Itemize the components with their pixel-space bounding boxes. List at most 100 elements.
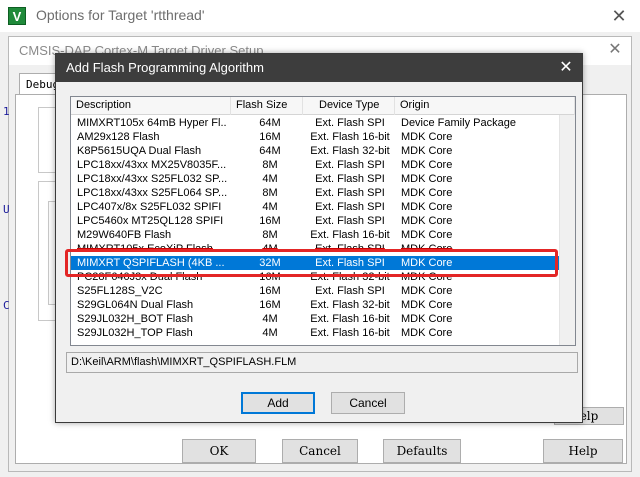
row-flash-size: 8M bbox=[262, 159, 278, 171]
table-row[interactable]: MIMXRT105x 64mB Hyper Fl... 64M Ext. Flash… bbox=[71, 116, 559, 130]
row-description: LPC5460x MT25QL128 SPIFI bbox=[77, 215, 224, 227]
table-row[interactable]: LPC18xx/43xx S25FL064 SP... 8M Ext. Flash … bbox=[71, 186, 559, 200]
algorithm-path-field: D:\Keil\ARM\flash\MIMXRT_QSPIFLASH.FLM bbox=[66, 352, 578, 373]
row-origin: MDK Core bbox=[401, 201, 453, 213]
row-description: MIMXRT105x EcoXiP Flash bbox=[77, 243, 213, 255]
row-device-type: Ext. Flash SPI bbox=[315, 215, 385, 227]
row-origin: MDK Core bbox=[401, 327, 453, 339]
row-flash-size: 16M bbox=[259, 131, 281, 143]
row-device-type: Ext. Flash SPI bbox=[315, 117, 385, 129]
row-device-type: Ext. Flash 32-bit bbox=[310, 271, 390, 283]
table-row[interactable]: LPC18xx/43xx S25FL032 SP... 4M Ext. Flash … bbox=[71, 172, 559, 186]
row-device-type: Ext. Flash 32-bit bbox=[310, 299, 390, 311]
row-flash-size: 16M bbox=[259, 271, 281, 283]
edge-text: C bbox=[3, 299, 10, 312]
row-device-type: Ext. Flash 16-bit bbox=[310, 131, 390, 143]
options-window-title: Options for Target 'rtthread' bbox=[36, 7, 205, 23]
table-row[interactable]: S29GL064N Dual Flash 16M Ext. Flash 32-bit… bbox=[71, 298, 559, 312]
help-button[interactable]: Help bbox=[543, 439, 623, 463]
row-description: LPC407x/8x S25FL032 SPIFI bbox=[77, 201, 222, 213]
table-row[interactable]: S29JL032H_BOT Flash 4M Ext. Flash 16-bit MD… bbox=[71, 312, 559, 326]
column-header-flash-size[interactable]: Flash Size bbox=[231, 97, 303, 115]
cancel-button[interactable]: Cancel bbox=[331, 392, 405, 414]
table-row[interactable]: PC28F640J3x Dual Flash 16M Ext. Flash 32-b… bbox=[71, 270, 559, 284]
row-origin: MDK Core bbox=[401, 299, 453, 311]
defaults-button[interactable]: Defaults bbox=[383, 439, 461, 463]
table-row[interactable]: M29W640FB Flash 8M Ext. Flash 16-bit MDK Co… bbox=[71, 228, 559, 242]
table-row[interactable]: AM29x128 Flash 16M Ext. Flash 16-bit MDK Co… bbox=[71, 130, 559, 144]
row-flash-size: 8M bbox=[262, 229, 278, 241]
row-flash-size: 4M bbox=[262, 201, 278, 213]
row-description: LPC18xx/43xx S25FL032 SP... bbox=[77, 173, 227, 185]
row-flash-size: 4M bbox=[262, 327, 278, 339]
row-origin: MDK Core bbox=[401, 243, 453, 255]
row-device-type: Ext. Flash SPI bbox=[315, 159, 385, 171]
row-flash-size: 4M bbox=[262, 173, 278, 185]
edge-text: U bbox=[3, 203, 10, 216]
row-origin: MDK Core bbox=[401, 285, 453, 297]
table-row-selected[interactable]: MIMXRT QSPIFLASH (4KB ... 32M Ext. Flash S… bbox=[71, 256, 559, 270]
close-icon[interactable]: ✕ bbox=[603, 39, 627, 61]
dialog-titlebar: Add Flash Programming Algorithm ✕ bbox=[56, 54, 582, 82]
row-origin: Device Family Package bbox=[401, 117, 516, 129]
row-origin: MDK Core bbox=[401, 229, 453, 241]
row-origin: MDK Core bbox=[401, 187, 453, 199]
ok-button[interactable]: OK bbox=[182, 439, 256, 463]
column-header-device-type[interactable]: Device Type bbox=[303, 97, 395, 115]
list-header: Description Flash Size Device Type Origi… bbox=[71, 97, 575, 115]
column-header-description[interactable]: Description bbox=[71, 97, 231, 115]
table-row[interactable]: K8P5615UQA Dual Flash 64M Ext. Flash 32-bi… bbox=[71, 144, 559, 158]
row-device-type: Ext. Flash 16-bit bbox=[310, 313, 390, 325]
close-icon[interactable]: ✕ bbox=[606, 4, 632, 28]
row-description: K8P5615UQA Dual Flash bbox=[77, 145, 202, 157]
row-description: S29GL064N Dual Flash bbox=[77, 299, 194, 311]
add-flash-algorithm-dialog: Add Flash Programming Algorithm ✕ Descri… bbox=[55, 53, 583, 423]
list-scrollbar[interactable] bbox=[559, 115, 575, 345]
cancel-button[interactable]: Cancel bbox=[282, 439, 358, 463]
row-origin: MDK Core bbox=[401, 271, 453, 283]
row-flash-size: 4M bbox=[262, 313, 278, 325]
row-device-type: Ext. Flash SPI bbox=[315, 187, 385, 199]
row-origin: MDK Core bbox=[401, 145, 453, 157]
row-flash-size: 64M bbox=[259, 145, 281, 157]
table-row[interactable]: S29JL032H_TOP Flash 4M Ext. Flash 16-bit MD… bbox=[71, 326, 559, 340]
table-row[interactable]: S25FL128S_V2C 16M Ext. Flash SPI MDK Core bbox=[71, 284, 559, 298]
dialog-title: Add Flash Programming Algorithm bbox=[66, 60, 264, 75]
row-flash-size: 8M bbox=[262, 187, 278, 199]
options-window-titlebar: V Options for Target 'rtthread' ✕ bbox=[0, 0, 640, 32]
row-origin: MDK Core bbox=[401, 215, 453, 227]
row-description: LPC18xx/43xx MX25V8035F... bbox=[77, 159, 227, 171]
row-description: MIMXRT QSPIFLASH (4KB ... bbox=[77, 257, 225, 269]
row-flash-size: 32M bbox=[259, 257, 281, 269]
row-device-type: Ext. Flash 32-bit bbox=[310, 145, 390, 157]
close-icon[interactable]: ✕ bbox=[554, 56, 578, 80]
row-device-type: Ext. Flash SPI bbox=[315, 285, 385, 297]
algorithm-list[interactable]: Description Flash Size Device Type Origi… bbox=[70, 96, 576, 346]
table-row[interactable]: LPC5460x MT25QL128 SPIFI 16M Ext. Flash SP… bbox=[71, 214, 559, 228]
table-row[interactable]: MIMXRT105x EcoXiP Flash 4M Ext. Flash SPI M… bbox=[71, 242, 559, 256]
row-device-type: Ext. Flash SPI bbox=[315, 173, 385, 185]
row-description: AM29x128 Flash bbox=[77, 131, 160, 143]
row-origin: MDK Core bbox=[401, 131, 453, 143]
row-description: MIMXRT105x 64mB Hyper Fl... bbox=[77, 117, 227, 129]
row-flash-size: 16M bbox=[259, 285, 281, 297]
row-device-type: Ext. Flash SPI bbox=[315, 243, 385, 255]
row-device-type: Ext. Flash SPI bbox=[315, 201, 385, 213]
row-origin: MDK Core bbox=[401, 159, 453, 171]
column-header-origin[interactable]: Origin bbox=[395, 97, 575, 115]
row-flash-size: 64M bbox=[259, 117, 281, 129]
keil-app-icon: V bbox=[8, 7, 26, 25]
row-device-type: Ext. Flash 16-bit bbox=[310, 229, 390, 241]
row-description: PC28F640J3x Dual Flash bbox=[77, 271, 203, 283]
row-origin: MDK Core bbox=[401, 313, 453, 325]
row-device-type: Ext. Flash SPI bbox=[315, 257, 385, 269]
table-row[interactable]: LPC407x/8x S25FL032 SPIFI 4M Ext. Flash SP… bbox=[71, 200, 559, 214]
row-flash-size: 4M bbox=[262, 243, 278, 255]
row-description: M29W640FB Flash bbox=[77, 229, 172, 241]
row-device-type: Ext. Flash 16-bit bbox=[310, 327, 390, 339]
row-origin: MDK Core bbox=[401, 173, 453, 185]
row-origin: MDK Core bbox=[401, 257, 453, 269]
table-row[interactable]: LPC18xx/43xx MX25V8035F... 8M Ext. Flash S… bbox=[71, 158, 559, 172]
add-button[interactable]: Add bbox=[241, 392, 315, 414]
row-description: S25FL128S_V2C bbox=[77, 285, 163, 297]
